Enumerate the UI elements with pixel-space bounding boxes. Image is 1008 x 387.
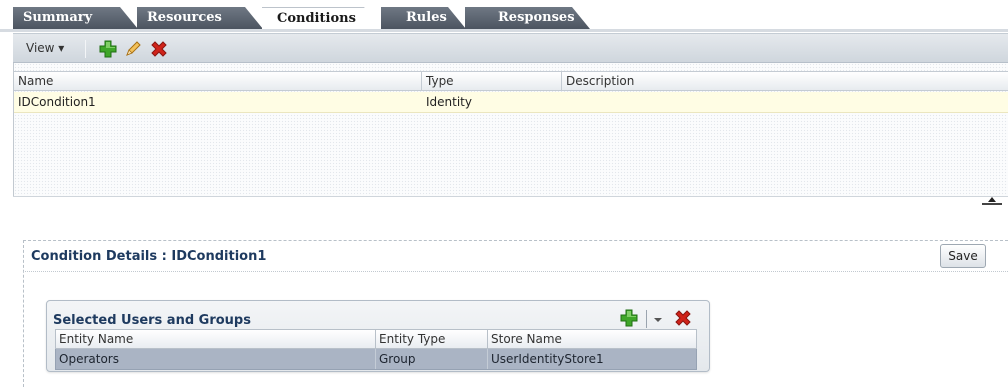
tab-summary[interactable]: Summary — [13, 7, 138, 29]
tab-responses[interactable]: Responses — [465, 7, 590, 29]
tab-resources[interactable]: Resources — [137, 7, 263, 29]
tab-underline — [0, 29, 1008, 32]
edit-icon[interactable] — [123, 39, 143, 59]
condition-details-title: Condition Details : IDCondition1 — [31, 249, 267, 264]
cell-store-name: UserIdentityStore1 — [491, 352, 604, 366]
save-button[interactable]: Save — [940, 244, 986, 268]
add-entity-icon[interactable] — [619, 308, 639, 328]
details-divider — [23, 271, 1008, 272]
cell-entity-name: Operators — [56, 349, 376, 369]
column-header-type[interactable]: Type — [422, 72, 562, 90]
selected-entities-table: Entity Name Entity Type Store Name Opera… — [55, 329, 697, 371]
tab-conditions[interactable]: Conditions — [262, 7, 382, 29]
delete-icon[interactable] — [149, 39, 169, 59]
conditions-table: Name Type Description IDCondition1 Ident… — [13, 63, 1008, 196]
selected-users-groups-title: Selected Users and Groups — [53, 313, 251, 328]
toolbar-separator — [85, 40, 86, 58]
cell-description — [562, 92, 1008, 112]
cell-type: Identity — [426, 95, 472, 109]
column-header-entity-name[interactable]: Entity Name — [56, 330, 376, 348]
view-menu[interactable]: View ▾ — [26, 41, 64, 55]
conditions-toolbar: View ▾ — [13, 33, 1008, 63]
column-header-store-name[interactable]: Store Name — [488, 330, 696, 348]
selected-users-groups-panel: Selected Users and Groups Entity Name En… — [46, 300, 710, 372]
tab-bar: Summary Resources Conditions Rules Respo… — [0, 0, 1008, 32]
cell-entity-type: Group — [376, 349, 488, 369]
tab-rules[interactable]: Rules — [381, 7, 466, 29]
table-row[interactable]: Operators Group UserIdentityStore1 — [55, 349, 697, 370]
collapse-pane-icon[interactable] — [982, 197, 1002, 205]
table-row[interactable]: IDCondition1 Identity — [14, 92, 1008, 113]
remove-entity-icon[interactable] — [673, 308, 693, 328]
cell-name: IDCondition1 — [18, 95, 96, 109]
panel-splitter — [13, 196, 1008, 206]
column-header-description[interactable]: Description — [562, 72, 1008, 90]
column-header-name[interactable]: Name — [14, 72, 422, 90]
selected-entities-header: Entity Name Entity Type Store Name — [55, 329, 697, 349]
add-options-dropdown-icon[interactable] — [653, 316, 663, 324]
conditions-table-header: Name Type Description — [14, 71, 1008, 91]
inner-toolbar-separator — [646, 310, 647, 328]
column-header-entity-type[interactable]: Entity Type — [376, 330, 488, 348]
add-icon[interactable] — [98, 39, 118, 59]
